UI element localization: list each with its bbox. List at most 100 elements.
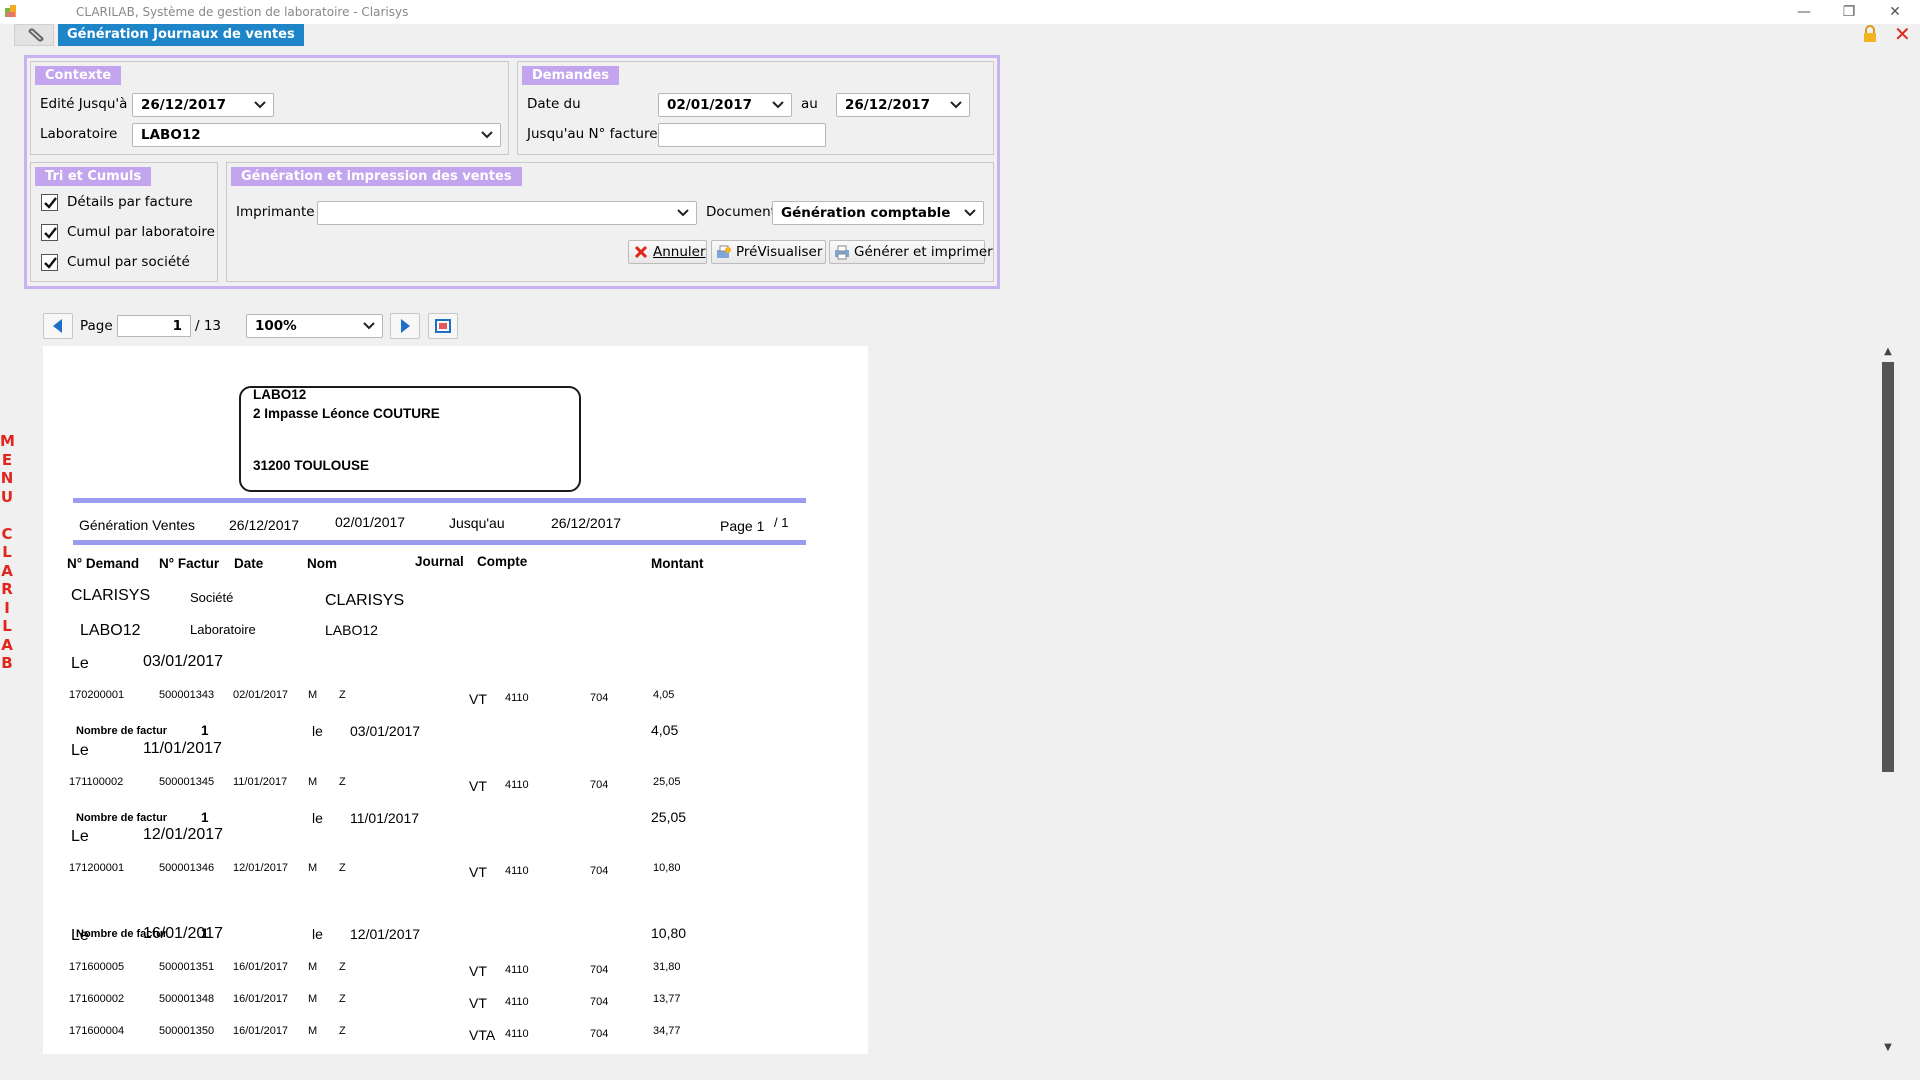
scroll-down-icon[interactable]: ▼ — [1880, 1042, 1896, 1056]
fit-page-button[interactable] — [428, 313, 458, 339]
laboratoire-label: Laboratoire — [40, 126, 118, 142]
previsualiser-button[interactable]: PréVisualiser — [711, 240, 826, 264]
total-date: 12/01/2017 — [350, 926, 421, 942]
page-number-input[interactable]: 1 — [117, 315, 191, 337]
date-du-label: Date du — [527, 96, 581, 112]
total-le-label: le — [312, 810, 323, 826]
arrow-left-icon — [53, 319, 62, 333]
vertical-scrollbar[interactable]: ▲ ▼ — [1880, 346, 1896, 1056]
total-montant: 10,80 — [651, 925, 687, 941]
au-date-value: 26/12/2017 — [845, 97, 931, 113]
row-date: 12/01/2017 — [233, 862, 289, 874]
scrollbar-thumb[interactable] — [1882, 362, 1894, 772]
au-date-combo[interactable]: 26/12/2017 — [836, 93, 970, 117]
societe-label: Société — [190, 590, 234, 605]
chevron-down-icon[interactable] — [251, 97, 269, 113]
close-window-button[interactable]: ✕ — [1880, 2, 1910, 22]
next-page-button[interactable] — [390, 313, 420, 339]
row-c2: Z — [339, 862, 346, 874]
laboratoire-combo[interactable]: LABO12 — [132, 123, 501, 147]
report-jusquau: Jusqu'au — [449, 515, 505, 531]
report-edit-date: 26/12/2017 — [229, 517, 300, 533]
check-icon — [44, 227, 57, 239]
group-le-label: Le — [71, 828, 89, 845]
chevron-down-icon[interactable] — [478, 127, 496, 143]
total-montant: 4,05 — [651, 722, 679, 738]
nb-factur-label: Nombre de factur — [76, 812, 168, 824]
col-date: Date — [234, 556, 264, 571]
date-du-value: 02/01/2017 — [667, 97, 753, 113]
row-journal: VT — [469, 778, 487, 794]
col-compte: Compte — [477, 554, 528, 569]
labo-name: LABO12 — [80, 622, 141, 639]
scroll-up-icon[interactable]: ▲ — [1880, 346, 1896, 360]
row-c2: Z — [339, 993, 346, 1005]
row-compte: 4110 — [505, 865, 529, 877]
row-compte: 4110 — [505, 692, 529, 704]
zoom-combo[interactable]: 100% — [246, 314, 383, 338]
row-journal: VT — [469, 963, 487, 979]
row-journal: VT — [469, 864, 487, 880]
cancel-x-icon — [634, 245, 648, 259]
checkbox[interactable] — [41, 194, 58, 211]
close-tab-icon[interactable]: ✕ — [1894, 22, 1911, 46]
pin-tab[interactable] — [14, 24, 54, 46]
address-box: LABO12 2 Impasse Léonce COUTURE 31200 TO… — [239, 386, 581, 492]
row-journal: VT — [469, 691, 487, 707]
row-montant: 13,77 — [653, 993, 681, 1005]
check-icon — [44, 197, 57, 209]
row-montant: 34,77 — [653, 1025, 681, 1037]
chevron-down-icon[interactable] — [961, 205, 979, 221]
minimize-button[interactable]: — — [1789, 2, 1819, 22]
row-c2: Z — [339, 689, 346, 701]
demandes-group: Demandes Date du 02/01/2017 au 26/12/201… — [517, 61, 994, 155]
total-date: 11/01/2017 — [350, 810, 420, 826]
report-page: Page 1 — [720, 518, 765, 534]
address-city: 31200 TOULOUSE — [253, 458, 370, 473]
chevron-down-icon[interactable] — [674, 205, 692, 221]
facture-label: Jusqu'au N° facture — [527, 126, 658, 142]
side-menu-clarilab[interactable]: M E N U C L A R I L A B — [0, 432, 15, 673]
nb-factur-count: 1 — [201, 810, 209, 825]
labo-value: LABO12 — [325, 622, 378, 638]
row-date: 16/01/2017 — [233, 993, 289, 1005]
previous-page-button[interactable] — [43, 313, 73, 339]
date-du-combo[interactable]: 02/01/2017 — [658, 93, 792, 117]
row-c2: Z — [339, 961, 346, 973]
col-journal: Journal — [415, 554, 464, 569]
societe-name: CLARISYS — [71, 587, 151, 604]
edite-date-value: 26/12/2017 — [141, 97, 227, 113]
chevron-down-icon[interactable] — [769, 97, 787, 113]
group-le-label: Le — [71, 742, 89, 759]
col-demand: N° Demand — [67, 556, 140, 571]
printer-icon — [835, 245, 849, 260]
row-montant: 25,05 — [653, 776, 681, 788]
row-compte2: 704 — [590, 779, 609, 791]
group-date: 03/01/2017 — [143, 653, 224, 670]
generer-imprimer-button[interactable]: Générer et imprimer — [829, 240, 993, 264]
annuler-button[interactable]: Annuler — [628, 240, 707, 264]
facture-input[interactable] — [658, 123, 826, 147]
total-date: 03/01/2017 — [350, 723, 421, 739]
chevron-down-icon[interactable] — [360, 318, 378, 334]
row-compte2: 704 — [590, 964, 609, 976]
document-combo[interactable]: Génération comptable — [772, 201, 984, 225]
row-demand: 171600004 — [69, 1025, 125, 1037]
group-le-label: Le — [71, 927, 89, 944]
imprimante-label: Imprimante — [236, 204, 315, 220]
tab-generation-journaux[interactable]: Génération Journaux de ventes — [58, 24, 304, 46]
report-to-date: 26/12/2017 — [551, 515, 622, 531]
row-montant: 4,05 — [653, 689, 675, 701]
row-date: 16/01/2017 — [233, 1025, 289, 1037]
report-preview-page: LABO12 2 Impasse Léonce COUTURE 31200 TO… — [43, 346, 868, 1054]
row-demand: 171200001 — [69, 862, 125, 874]
imprimante-combo[interactable] — [317, 201, 697, 225]
checkbox[interactable] — [41, 224, 58, 241]
row-demand: 171600005 — [69, 961, 125, 973]
lock-icon[interactable] — [1862, 25, 1878, 43]
edite-date-combo[interactable]: 26/12/2017 — [132, 93, 274, 117]
restore-button[interactable]: ❐ — [1834, 2, 1864, 22]
chevron-down-icon[interactable] — [947, 97, 965, 113]
row-c1: M — [308, 689, 318, 701]
checkbox[interactable] — [41, 254, 58, 271]
